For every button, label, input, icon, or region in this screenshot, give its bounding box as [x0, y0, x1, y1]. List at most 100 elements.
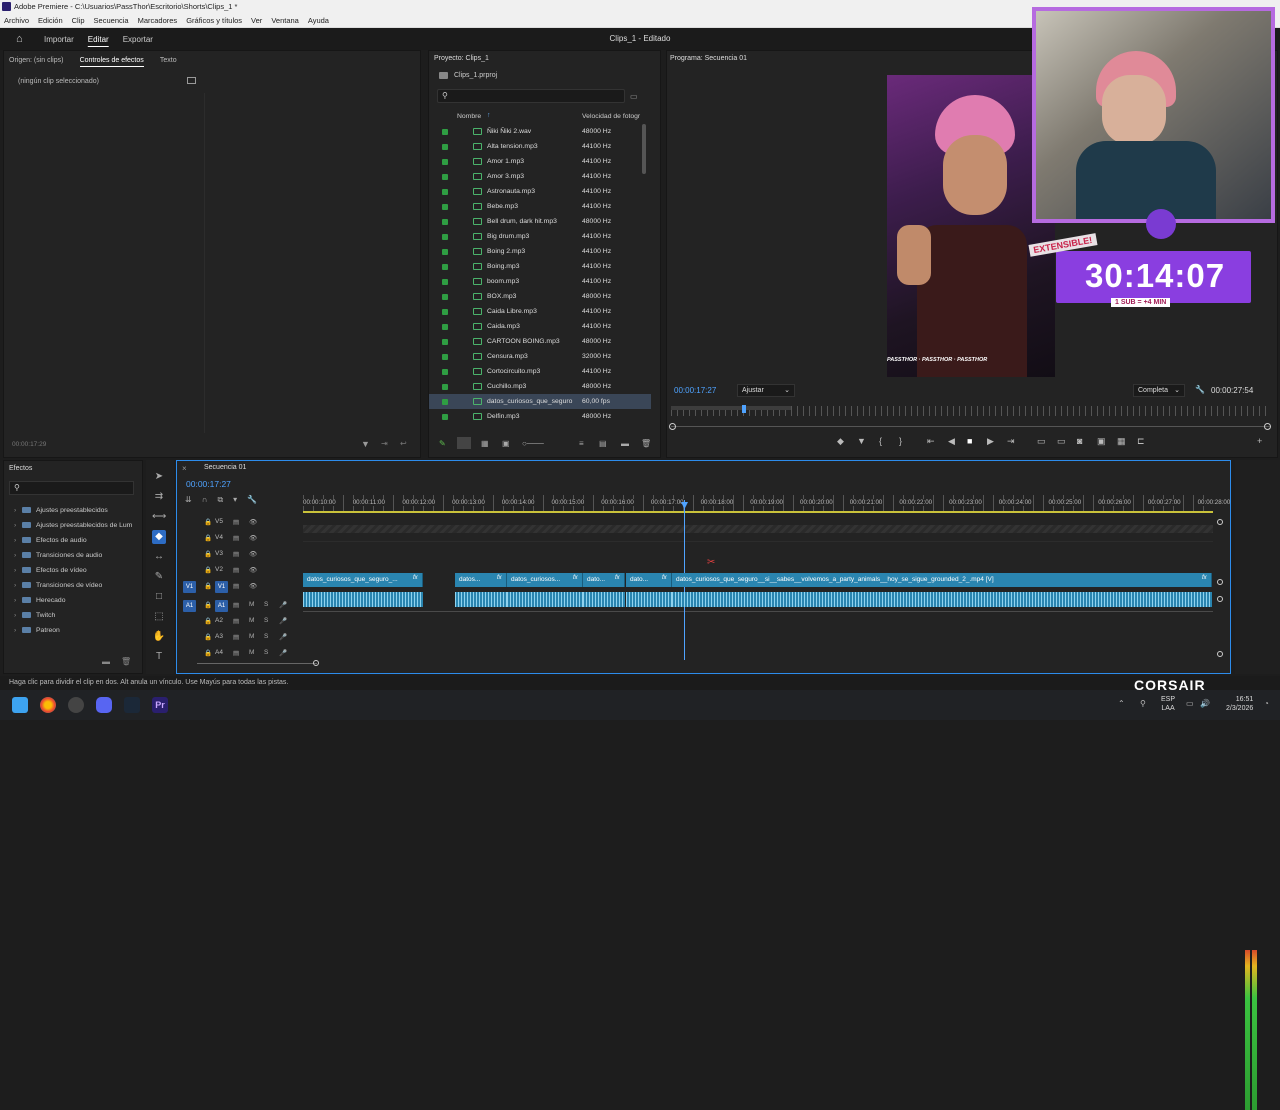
effects-folder[interactable]: › Efectos de vídeo: [14, 563, 87, 578]
lock-icon[interactable]: 🔒: [204, 518, 212, 526]
menu-clip[interactable]: Clip: [72, 14, 85, 27]
effects-folder[interactable]: › Patreon: [14, 623, 60, 638]
tab-source[interactable]: Origen: (sin clips): [9, 57, 63, 64]
slip-tool-icon[interactable]: ↔: [152, 550, 166, 564]
sync-icon[interactable]: ▤: [233, 534, 239, 542]
track-header[interactable]: 🔒 V5 ▤ 👁: [177, 516, 307, 531]
automate-icon[interactable]: ▤: [599, 439, 607, 448]
chevron-right-icon[interactable]: ›: [14, 578, 22, 593]
mic-icon[interactable]: 🎤: [279, 649, 287, 657]
solo-icon[interactable]: S: [264, 649, 268, 656]
lock-icon[interactable]: 🔒: [204, 649, 212, 657]
eye-icon[interactable]: 👁: [249, 518, 257, 526]
eye-icon[interactable]: 👁: [249, 566, 257, 574]
network-icon[interactable]: ▭: [1186, 699, 1194, 708]
eye-icon[interactable]: 👁: [249, 534, 257, 542]
label-color-icon[interactable]: [442, 294, 448, 300]
scroll-handle[interactable]: [1217, 519, 1223, 525]
fit-select[interactable]: Ajustar ⌄: [737, 384, 795, 397]
audio-clip[interactable]: [626, 592, 672, 607]
mute-icon[interactable]: M: [249, 633, 254, 640]
scrollbar[interactable]: [642, 124, 646, 174]
new-bin-icon[interactable]: ▭: [630, 92, 638, 101]
tab-effect-controls[interactable]: Controles de efectos: [79, 57, 144, 67]
wrench-icon[interactable]: 🔧: [1195, 385, 1205, 394]
label-color-icon[interactable]: [442, 309, 448, 315]
mute-icon[interactable]: M: [249, 617, 254, 624]
mute-icon[interactable]: M: [249, 601, 254, 608]
workspace-exportar[interactable]: Exportar: [123, 35, 153, 44]
track-header[interactable]: V1 🔒 V1 ▤ 👁: [177, 580, 307, 595]
lock-icon[interactable]: 🔒: [204, 550, 212, 558]
chevron-right-icon[interactable]: ›: [14, 608, 22, 623]
multi-icon[interactable]: ▦: [1117, 436, 1126, 447]
col-name[interactable]: Nombre: [457, 113, 481, 120]
lock-icon[interactable]: 🔒: [204, 633, 212, 641]
scroll-handle[interactable]: [1217, 651, 1223, 657]
project-item[interactable]: CARTOON BOING.mp3 48000 Hz: [429, 334, 651, 349]
delete-icon[interactable]: 🗑: [121, 657, 131, 666]
effects-search[interactable]: ⚲: [9, 481, 134, 495]
chevron-right-icon[interactable]: ›: [14, 518, 22, 533]
menu-ayuda[interactable]: Ayuda: [308, 14, 329, 27]
project-item[interactable]: BOX.mp3 48000 Hz: [429, 289, 651, 304]
go-to-out-icon[interactable]: ⇥: [1007, 436, 1015, 447]
pen-tool-icon[interactable]: ✎: [152, 570, 166, 584]
filter-icon[interactable]: ▼: [361, 439, 370, 449]
effects-folder[interactable]: › Herecado: [14, 593, 65, 608]
label-color-icon[interactable]: [442, 129, 448, 135]
mic-icon[interactable]: 🎤: [279, 633, 287, 641]
steam-icon[interactable]: [124, 697, 140, 713]
menu-graficos[interactable]: Gráficos y títulos: [186, 14, 242, 27]
return-icon[interactable]: ↩: [400, 439, 407, 448]
compare-icon[interactable]: ▣: [1097, 436, 1106, 447]
program-timecode[interactable]: 00:00:17:27: [674, 386, 716, 395]
search-input[interactable]: ⚲: [437, 89, 625, 103]
h-scroll-handle[interactable]: [313, 660, 319, 666]
audio-clip[interactable]: [303, 592, 423, 607]
effects-folder[interactable]: › Efectos de audio: [14, 533, 87, 548]
solo-icon[interactable]: S: [264, 617, 268, 624]
project-item[interactable]: datos_curiosos_que_seguro 60,00 fps: [429, 394, 651, 409]
zoom-handle-left[interactable]: [669, 423, 676, 430]
project-item[interactable]: Ñiki Ñiki 2.wav 48000 Hz: [429, 124, 651, 139]
menu-archivo[interactable]: Archivo: [4, 14, 29, 27]
usb-icon[interactable]: ⚲: [1140, 699, 1146, 708]
sort-icon[interactable]: ≡: [579, 439, 584, 448]
track-select-icon[interactable]: ⇉: [152, 490, 166, 504]
chevron-right-icon[interactable]: ›: [14, 563, 22, 578]
scroll-handle[interactable]: [1217, 579, 1223, 585]
track-name[interactable]: A3: [215, 633, 223, 640]
lock-icon[interactable]: 🔒: [204, 534, 212, 542]
audio-clip[interactable]: [583, 592, 625, 607]
playhead[interactable]: [742, 405, 746, 413]
video-clip[interactable]: datos_curiosos...: [507, 573, 583, 587]
chrome-icon[interactable]: [40, 697, 56, 713]
chevron-right-icon[interactable]: ›: [14, 593, 22, 608]
home-icon[interactable]: ⌂: [16, 33, 32, 45]
h-scroll-bar[interactable]: [197, 663, 317, 664]
select-rectangle-icon[interactable]: ⬚: [152, 610, 166, 624]
workspace-importar[interactable]: Importar: [44, 35, 74, 44]
video-clip[interactable]: datos_curiosos_que_seguro__si__sabes__vo…: [672, 573, 1212, 587]
track-name[interactable]: V1: [215, 581, 228, 593]
track-name[interactable]: A1: [215, 600, 228, 612]
label-color-icon[interactable]: [442, 384, 448, 390]
label-color-icon[interactable]: [442, 159, 448, 165]
delete-icon[interactable]: 🗑: [641, 439, 651, 448]
sync-icon[interactable]: ▤: [233, 649, 239, 657]
zoom-handle-right[interactable]: [1264, 423, 1271, 430]
quality-select[interactable]: Completa ⌄: [1133, 384, 1185, 397]
step-forward-icon[interactable]: ▶: [987, 436, 994, 447]
col-rate[interactable]: Velocidad de fotogr: [582, 113, 640, 120]
project-item[interactable]: Censura.mp3 32000 Hz: [429, 349, 651, 364]
label-color-icon[interactable]: [442, 249, 448, 255]
project-item[interactable]: Astronauta.mp3 44100 Hz: [429, 184, 651, 199]
lock-icon[interactable]: 🔒: [204, 582, 212, 590]
audio-clip[interactable]: [455, 592, 507, 607]
pencil-icon[interactable]: ✎: [439, 439, 446, 448]
overwrite-icon[interactable]: ▭: [1057, 436, 1066, 447]
project-item[interactable]: Boing 2.mp3 44100 Hz: [429, 244, 651, 259]
label-color-icon[interactable]: [442, 264, 448, 270]
lock-icon[interactable]: 🔒: [204, 601, 212, 609]
